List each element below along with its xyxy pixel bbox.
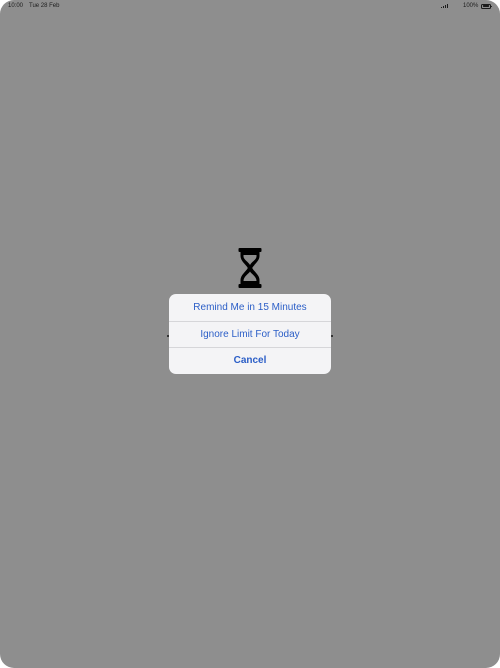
action-sheet: Remind Me in 15 Minutes Ignore Limit For… <box>169 294 331 374</box>
battery-icon <box>481 3 493 9</box>
screen: 10:00 Tue 28 Feb 100% Remind Me in 15 Mi… <box>0 0 500 668</box>
ignore-limit-button[interactable]: Ignore Limit For Today <box>169 320 331 348</box>
cellular-signal-icon <box>441 3 449 8</box>
remind-me-button[interactable]: Remind Me in 15 Minutes <box>169 294 331 321</box>
backdrop-mark <box>331 335 333 337</box>
battery-percentage: 100% <box>463 3 479 9</box>
hourglass-icon <box>238 248 262 288</box>
status-time: 10:00 <box>8 3 24 9</box>
status-date: Tue 28 Feb <box>29 3 60 9</box>
status-bar: 10:00 Tue 28 Feb 100% <box>0 0 500 12</box>
cancel-button[interactable]: Cancel <box>169 347 331 374</box>
